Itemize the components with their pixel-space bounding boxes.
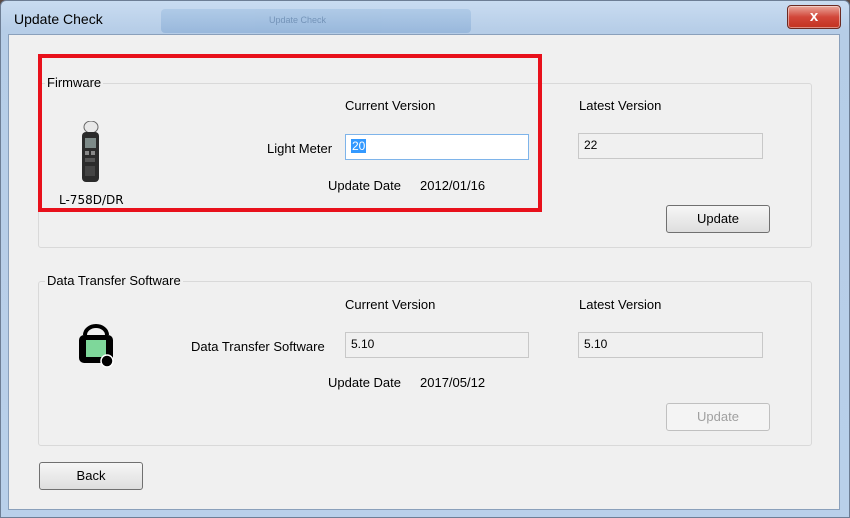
light-meter-latest-version-field: 22: [578, 133, 763, 159]
software-update-date: 2017/05/12: [420, 375, 486, 390]
data-transfer-software-label: Data Transfer Software: [191, 339, 325, 354]
firmware-update-date: 2012/01/16: [420, 178, 486, 193]
title-bar[interactable]: Update Check Update Check x: [1, 1, 849, 35]
firmware-current-version-header: Current Version: [345, 98, 436, 113]
window-title: Update Check: [14, 11, 103, 27]
software-current-version-header: Current Version: [345, 297, 436, 312]
data-transfer-icon: [73, 323, 119, 369]
software-current-version-value: 5.10: [351, 337, 375, 351]
software-update-date-label: Update Date: [328, 375, 401, 390]
back-button[interactable]: Back: [39, 462, 143, 490]
software-latest-version-header: Latest Version: [579, 297, 662, 312]
software-current-version-field: 5.10: [345, 332, 529, 358]
title-overlay-text: Update Check: [269, 15, 327, 25]
light-meter-current-version-field[interactable]: 20: [345, 134, 529, 160]
software-group-label: Data Transfer Software: [45, 273, 183, 288]
close-icon: x: [809, 8, 819, 25]
software-latest-version-value: 5.10: [584, 337, 608, 351]
software-latest-version-field: 5.10: [578, 332, 763, 358]
latest-version-value: 22: [584, 138, 598, 152]
firmware-update-button[interactable]: Update: [666, 205, 770, 233]
firmware-latest-version-header: Latest Version: [579, 98, 662, 113]
device-model-label: L-758D/DR: [59, 193, 124, 207]
software-update-button[interactable]: Update: [666, 403, 770, 431]
light-meter-label: Light Meter: [267, 141, 333, 156]
title-overlay: Update Check: [161, 9, 471, 33]
dialog-body: Firmware Current Version Latest Version …: [8, 34, 840, 510]
light-meter-icon: [77, 120, 103, 183]
firmware-update-date-label: Update Date: [328, 178, 401, 193]
close-button[interactable]: x: [787, 5, 841, 29]
current-version-value: 20: [351, 139, 367, 153]
firmware-group-label: Firmware: [45, 75, 104, 90]
